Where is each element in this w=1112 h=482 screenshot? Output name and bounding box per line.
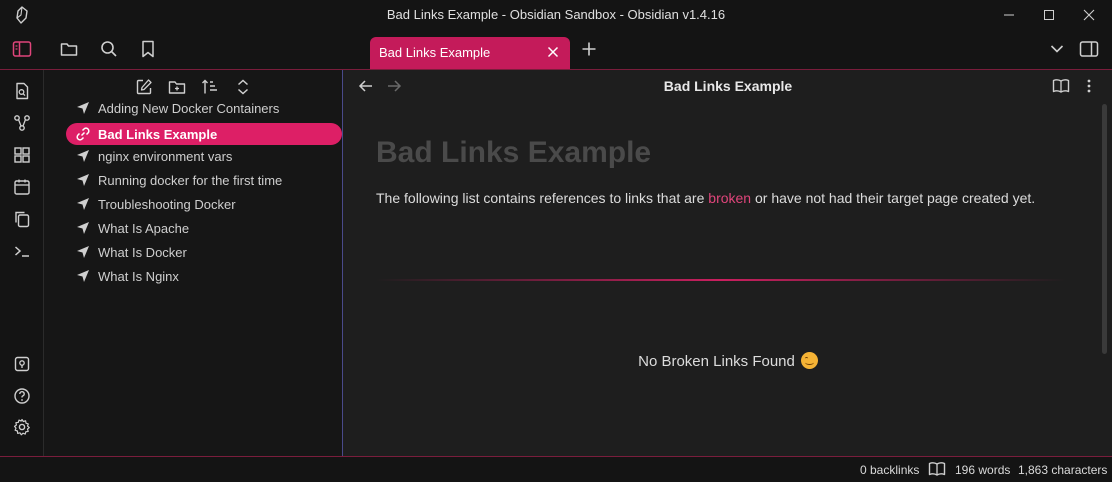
reading-book-icon[interactable] — [928, 461, 946, 479]
window-title: Bad Links Example - Obsidian Sandbox - O… — [386, 7, 726, 22]
maximize-icon[interactable] — [1038, 4, 1060, 26]
file-label: Adding New Docker Containers — [98, 100, 280, 116]
navigation-arrow-icon — [74, 99, 92, 117]
chevron-down-icon[interactable] — [1046, 38, 1068, 60]
file-label: What Is Apache — [98, 220, 190, 236]
reading-view-icon[interactable] — [1050, 75, 1072, 97]
file-item-adding-new-docker-containers[interactable]: Adding New Docker Containers — [66, 97, 342, 119]
bookmark-icon[interactable] — [137, 38, 159, 60]
file-item-what-is-apache[interactable]: What Is Apache — [66, 217, 342, 239]
tab-bar: Bad Links Example — [0, 30, 1112, 69]
new-note-icon[interactable] — [133, 76, 155, 98]
navigation-arrow-icon — [74, 147, 92, 165]
character-count: 1,863 characters — [1018, 463, 1108, 477]
word-count: 196 words — [955, 463, 1011, 477]
file-label: What Is Nginx — [98, 268, 179, 284]
sort-icon[interactable] — [199, 76, 221, 98]
file-label: nginx environment vars — [98, 148, 233, 164]
file-label: Bad Links Example — [98, 126, 218, 142]
tab-label: Bad Links Example — [379, 45, 491, 60]
collapse-all-icon[interactable] — [232, 76, 254, 98]
broken-link[interactable]: broken — [708, 190, 751, 206]
link-icon — [74, 125, 92, 143]
paragraph-text: The following list contains references t… — [376, 190, 709, 206]
close-window-icon[interactable] — [1078, 4, 1100, 26]
new-tab-icon[interactable] — [578, 38, 600, 60]
note-view: Bad Links Example Bad Links Example The … — [344, 70, 1112, 456]
paragraph-text: or have not had their target page create… — [751, 190, 1036, 206]
file-item-running-docker-for-the-first-time[interactable]: Running docker for the first time — [66, 169, 342, 191]
scrollbar[interactable] — [1102, 104, 1107, 354]
navigation-arrow-icon — [74, 195, 92, 213]
note-paragraph: The following list contains references t… — [376, 190, 1035, 206]
gear-icon[interactable] — [11, 416, 33, 438]
file-item-what-is-nginx[interactable]: What Is Nginx — [66, 265, 342, 287]
right-sidebar-toggle-icon[interactable] — [1078, 38, 1100, 60]
terminal-icon[interactable] — [11, 240, 33, 262]
copy-icon[interactable] — [11, 208, 33, 230]
vault-switch-icon[interactable] — [11, 353, 33, 375]
file-explorer: Adding New Docker Containers Bad Links E… — [44, 70, 343, 456]
file-item-what-is-docker[interactable]: What Is Docker — [66, 241, 342, 263]
file-label: Troubleshooting Docker — [98, 196, 236, 212]
file-label: What Is Docker — [98, 244, 187, 260]
help-icon[interactable] — [11, 385, 33, 407]
new-folder-icon[interactable] — [166, 76, 188, 98]
navigation-arrow-icon — [74, 171, 92, 189]
tab-bad-links-example[interactable]: Bad Links Example — [370, 37, 570, 69]
file-explorer-toolbar — [44, 76, 343, 98]
folder-icon[interactable] — [58, 38, 80, 60]
backlinks-count[interactable]: 0 backlinks — [860, 463, 919, 477]
navigation-arrow-icon — [74, 219, 92, 237]
graph-view-icon[interactable] — [11, 112, 33, 134]
status-bar: 0 backlinks 196 words 1,863 characters — [0, 456, 1112, 482]
canvas-icon[interactable] — [11, 144, 33, 166]
close-tab-icon[interactable] — [545, 44, 561, 60]
title-bar: Bad Links Example - Obsidian Sandbox - O… — [0, 0, 1112, 30]
more-options-icon[interactable] — [1078, 75, 1100, 97]
file-item-nginx-environment-vars[interactable]: nginx environment vars — [66, 145, 342, 167]
quick-switcher-icon[interactable] — [11, 80, 33, 102]
empty-state-text: No Broken Links Found — [638, 353, 795, 370]
empty-state-message: No Broken Links Found — [344, 352, 1112, 370]
view-header-title[interactable]: Bad Links Example — [344, 78, 1112, 94]
note-heading: Bad Links Example — [376, 136, 652, 169]
navigation-arrow-icon — [74, 243, 92, 261]
sidebar-toggle-icon[interactable] — [11, 38, 33, 60]
calendar-icon[interactable] — [11, 176, 33, 198]
file-label: Running docker for the first time — [98, 172, 283, 188]
ribbon — [0, 70, 44, 456]
minimize-icon[interactable] — [998, 4, 1020, 26]
search-icon[interactable] — [98, 38, 120, 60]
file-item-bad-links-example[interactable]: Bad Links Example — [66, 123, 342, 145]
navigation-arrow-icon — [74, 267, 92, 285]
horizontal-rule — [376, 279, 1066, 281]
smiling-face-emoji-icon — [800, 352, 818, 369]
file-item-troubleshooting-docker[interactable]: Troubleshooting Docker — [66, 193, 342, 215]
